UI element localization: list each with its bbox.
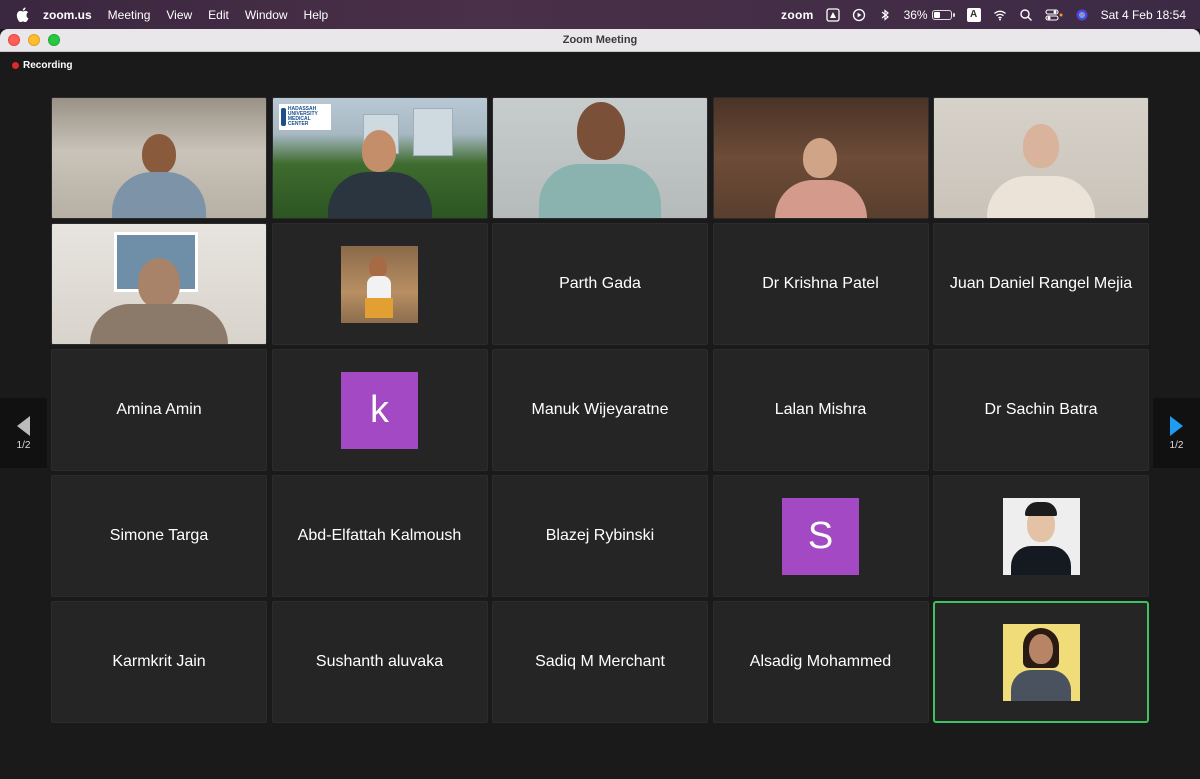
participant-name: Manuk Wijeyaratne — [531, 401, 669, 418]
video-tile[interactable] — [933, 97, 1149, 219]
page-indicator-right: 1/2 — [1169, 439, 1184, 451]
participant-name: Dr Sachin Batra — [984, 401, 1098, 418]
participant-tile[interactable]: Abd-Elfattah Kalmoush — [271, 475, 488, 597]
participant-tile[interactable]: S — [712, 475, 929, 597]
menu-meeting[interactable]: Meeting — [108, 8, 151, 22]
play-circle-icon[interactable] — [852, 8, 866, 22]
video-tile[interactable] — [51, 223, 267, 345]
participant-tile[interactable]: Amina Amin — [51, 349, 267, 471]
window-titlebar[interactable]: Zoom Meeting — [0, 29, 1200, 52]
participant-name: Sushanth aluvaka — [315, 653, 444, 670]
participant-tile[interactable]: Dr Sachin Batra — [933, 349, 1149, 471]
participant-tile[interactable]: Juan Daniel Rangel Mejia — [933, 223, 1149, 345]
participant-tile[interactable]: Parth Gada — [492, 223, 708, 345]
participant-video — [934, 98, 1148, 218]
menu-edit[interactable]: Edit — [208, 8, 229, 22]
control-center-icon[interactable] — [1045, 8, 1063, 22]
menu-view[interactable]: View — [166, 8, 192, 22]
active-speaker-tile[interactable] — [933, 601, 1149, 723]
participant-name: Karmkrit Jain — [112, 653, 206, 670]
gallery-view-grid: HADASSAH UNIVERSITY MEDICAL CENTER Parth… — [51, 97, 1149, 723]
macos-menu-bar: zoom.us Meeting View Edit Window Help zo… — [0, 0, 1200, 29]
recording-indicator[interactable]: Recording — [12, 60, 72, 71]
drive-icon[interactable] — [825, 7, 840, 22]
next-page-button[interactable]: 1/2 — [1153, 398, 1200, 468]
participant-tile[interactable]: Sushanth aluvaka — [271, 601, 488, 723]
battery-icon — [931, 9, 952, 20]
previous-page-button[interactable]: 1/2 — [0, 398, 47, 468]
bluetooth-icon[interactable] — [878, 8, 892, 22]
menu-app-zoom-us[interactable]: zoom.us — [43, 8, 92, 22]
page-indicator-left: 1/2 — [16, 439, 31, 451]
participant-tile[interactable]: Lalan Mishra — [712, 349, 929, 471]
recording-label: Recording — [23, 60, 73, 71]
video-tile[interactable]: HADASSAH UNIVERSITY MEDICAL CENTER — [271, 97, 488, 219]
participant-name: Juan Daniel Rangel Mejia — [949, 275, 1133, 292]
participant-name: Simone Targa — [109, 527, 209, 544]
participant-name: Blazej Rybinski — [545, 527, 655, 544]
participant-video — [52, 224, 266, 344]
participant-tile[interactable]: Alsadig Mohammed — [712, 601, 929, 723]
menu-window[interactable]: Window — [245, 8, 288, 22]
zoom-meeting-window: Zoom Meeting Recording 1/2 1/2 HADASSAH … — [0, 29, 1200, 779]
battery-fill — [933, 11, 940, 18]
participant-profile-photo — [1002, 497, 1080, 575]
participant-tile[interactable]: Blazej Rybinski — [492, 475, 708, 597]
apple-icon[interactable] — [16, 7, 29, 22]
window-title: Zoom Meeting — [562, 34, 638, 46]
video-tile[interactable] — [712, 97, 929, 219]
menu-help[interactable]: Help — [304, 8, 329, 22]
participant-tile[interactable]: Dr Krishna Patel — [712, 223, 929, 345]
participant-video: HADASSAH UNIVERSITY MEDICAL CENTER — [272, 98, 487, 218]
participant-name: Lalan Mishra — [774, 401, 867, 418]
participant-name: Parth Gada — [559, 275, 641, 292]
participant-video — [493, 98, 707, 218]
zoom-status-item[interactable]: zoom — [781, 8, 814, 22]
window-close-button[interactable] — [8, 34, 20, 46]
participant-tile[interactable]: Simone Targa — [51, 475, 267, 597]
menubar-clock[interactable]: Sat 4 Feb 18:54 — [1101, 8, 1186, 22]
arrow-right-icon — [1170, 415, 1183, 436]
battery-status[interactable]: 36% — [904, 8, 955, 22]
wifi-icon[interactable] — [993, 8, 1007, 22]
participant-tile[interactable]: Manuk Wijeyaratne — [492, 349, 708, 471]
participant-name: Amina Amin — [116, 401, 202, 418]
arrow-left-icon — [17, 415, 30, 436]
participant-tile[interactable] — [271, 223, 488, 345]
participant-avatar: S — [782, 497, 859, 575]
participant-video — [52, 98, 266, 218]
window-fullscreen-button[interactable] — [48, 34, 60, 46]
participant-avatar: k — [341, 371, 418, 449]
participant-tile[interactable]: k — [271, 349, 488, 471]
participant-tile[interactable]: Sadiq M Merchant — [492, 601, 708, 723]
siri-icon[interactable] — [1075, 8, 1089, 22]
video-tile[interactable] — [51, 97, 267, 219]
window-minimize-button[interactable] — [28, 34, 40, 46]
participant-tile[interactable]: Karmkrit Jain — [51, 601, 267, 723]
video-tile[interactable] — [492, 97, 708, 219]
participant-name: Abd-Elfattah Kalmoush — [297, 527, 462, 544]
participant-name: Sadiq M Merchant — [535, 653, 665, 670]
meeting-content: Recording 1/2 1/2 HADASSAH UNIVERSITY ME… — [0, 52, 1200, 779]
input-source-icon[interactable]: A — [966, 7, 981, 22]
participant-name: Alsadig Mohammed — [749, 653, 892, 670]
participant-name: Dr Krishna Patel — [762, 275, 879, 292]
participant-profile-photo — [341, 245, 418, 323]
recording-dot-icon — [12, 62, 19, 69]
battery-percent: 36% — [903, 7, 928, 22]
participant-video — [713, 98, 928, 218]
participant-profile-photo — [1002, 623, 1080, 701]
participant-tile[interactable] — [933, 475, 1149, 597]
spotlight-search-icon[interactable] — [1019, 8, 1033, 22]
